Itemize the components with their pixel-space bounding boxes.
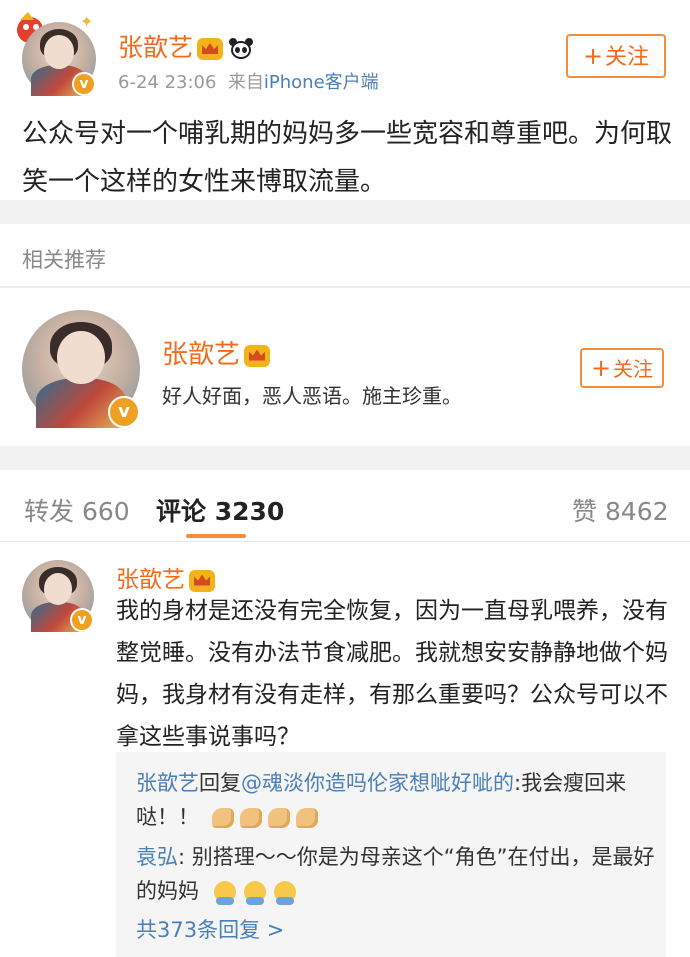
verified-badge-icon: v xyxy=(72,72,96,96)
recommend-follow-button[interactable]: + 关注 xyxy=(580,348,664,388)
reply-author[interactable]: 张歆艺 xyxy=(136,771,199,795)
source-prefix: 来自 xyxy=(227,72,264,93)
reply-item: 袁弘: 别搭理～～你是为母亲这个“角色”在付出，是最好的妈妈 xyxy=(136,840,656,908)
commenter-avatar[interactable]: v xyxy=(22,560,94,632)
tab-repost[interactable]: 转发 660 xyxy=(24,492,130,528)
vip-crown-icon xyxy=(197,38,224,60)
comment-label: 评论 xyxy=(156,497,207,526)
muscle-emoji-icon xyxy=(267,808,290,828)
follow-label: 关注 xyxy=(613,357,654,381)
repost-label: 转发 xyxy=(24,497,75,526)
tab-likes[interactable]: 赞 8462 xyxy=(572,492,669,528)
muscle-emoji-icon xyxy=(211,808,234,828)
section-divider xyxy=(0,200,690,224)
recommend-name[interactable]: 张歆艺 xyxy=(162,334,271,371)
muscle-emoji-icon xyxy=(295,808,318,828)
interaction-tabs: 转发 660 评论 3230 赞 8462 xyxy=(0,480,690,542)
author-avatar[interactable]: v xyxy=(22,22,96,96)
reply-author[interactable]: 袁弘 xyxy=(136,845,178,869)
section-divider xyxy=(0,286,690,288)
post-body: 公众号对一个哺乳期的妈妈多一些宽容和尊重吧。为何取笑一个这样的女性来博取流量。 xyxy=(22,119,673,197)
hug-emoji-icon xyxy=(243,881,266,905)
author-name-text: 张歆艺 xyxy=(118,33,194,62)
tab-comments[interactable]: 评论 3230 xyxy=(156,492,284,528)
recommend-bio: 好人好面，恶人恶语。施主珍重。 xyxy=(162,384,462,408)
repost-count: 660 xyxy=(81,497,130,526)
follow-label: 关注 xyxy=(605,45,650,70)
related-title: 相关推荐 xyxy=(22,248,106,272)
hug-emoji-icon xyxy=(213,881,236,905)
sparkle-icon: ✦ xyxy=(80,12,94,31)
active-tab-indicator xyxy=(186,534,246,538)
post-source: iPhone客户端 xyxy=(263,72,379,93)
reply-action: 回复 xyxy=(199,771,241,795)
plus-icon: + xyxy=(590,354,612,382)
post-time: 6-24 23:06 xyxy=(118,72,217,93)
section-divider xyxy=(0,446,690,470)
like-count: 8462 xyxy=(604,497,669,526)
comment-author-name[interactable]: 张歆艺 xyxy=(116,560,215,594)
muscle-emoji-icon xyxy=(239,808,262,828)
post-author-name[interactable]: 张歆艺 xyxy=(118,28,254,64)
vip-crown-icon xyxy=(244,344,271,367)
reply-target[interactable]: @魂淡你造吗伦家想呲好呲的 xyxy=(241,771,514,795)
vip-crown-icon xyxy=(189,569,215,592)
hug-emoji-icon xyxy=(273,881,296,905)
verified-badge-icon: v xyxy=(108,396,140,428)
comment-body: 我的身材是还没有完全恢复，因为一直母乳喂养，没有整觉睡。没有办法节食减肥。我就想… xyxy=(116,598,668,750)
replies-box[interactable]: 张歆艺回复@魂淡你造吗伦家想呲好呲的:我会瘦回来哒！！ 袁弘: 别搭理～～你是为… xyxy=(116,752,666,957)
more-replies-link[interactable]: 共373条回复 > xyxy=(136,914,284,944)
like-label: 赞 xyxy=(572,497,598,526)
comment-count: 3230 xyxy=(214,497,285,526)
reply-item: 张歆艺回复@魂淡你造吗伦家想呲好呲的:我会瘦回来哒！！ xyxy=(136,766,656,834)
plus-icon: + xyxy=(582,42,604,70)
post-meta: 6-24 23:06 来自iPhone客户端 xyxy=(118,68,379,94)
verified-badge-icon: v xyxy=(70,608,94,632)
recommend-avatar[interactable]: v xyxy=(22,310,140,428)
recommend-name-text: 张歆艺 xyxy=(162,340,241,370)
panda-icon xyxy=(229,38,254,60)
follow-button[interactable]: +关注 xyxy=(566,34,666,78)
